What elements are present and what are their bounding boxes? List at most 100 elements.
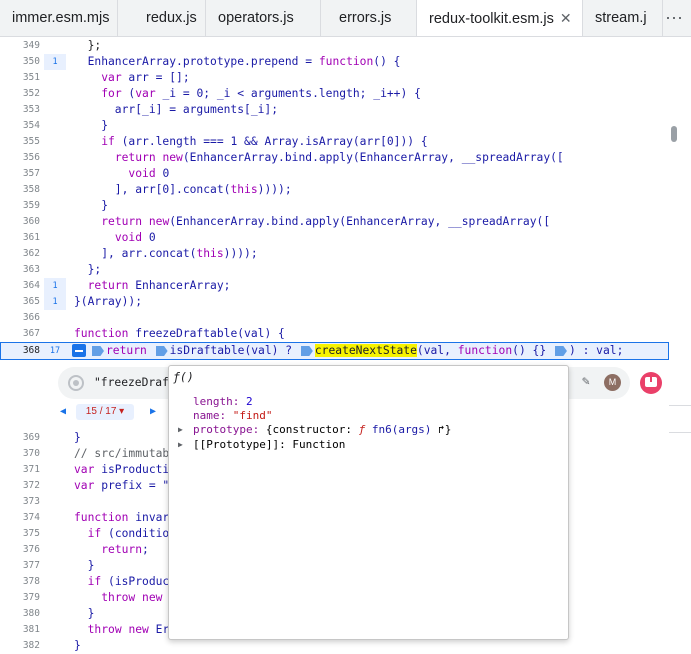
match-index-select[interactable]: 15 / 17 ▾	[76, 404, 134, 420]
code-token: new	[162, 151, 183, 164]
line-number[interactable]: 351	[0, 70, 40, 86]
line-number[interactable]: 371	[0, 462, 40, 478]
property-row[interactable]: [[Prototype]]: Function	[193, 437, 345, 452]
divider	[669, 405, 691, 406]
breakpoint-condition-input[interactable]: "freezeDraft	[94, 375, 176, 391]
expand-triangle-icon[interactable]: ▶	[178, 437, 183, 452]
code-text: EnhancerArray.prototype.prepend = functi…	[74, 54, 401, 70]
edit-pencil-icon[interactable]: ✎	[582, 374, 590, 389]
code-line: 359 }	[0, 198, 669, 214]
code-token: ) : val;	[568, 344, 624, 357]
line-number[interactable]: 355	[0, 134, 40, 150]
line-number[interactable]: 363	[0, 262, 40, 278]
code-text: function freezeDraftable(val) {	[74, 326, 285, 342]
code-text: }(Array));	[74, 295, 143, 308]
code-line: 349 };	[0, 38, 669, 54]
line-number[interactable]: 357	[0, 166, 40, 182]
tab-redux[interactable]: redux.js	[118, 0, 206, 36]
code-token: ))));	[223, 247, 258, 260]
code-token: () {	[373, 55, 401, 68]
inline-breakpoint-icon[interactable]	[155, 346, 168, 356]
code-token: arr = [];	[121, 71, 190, 84]
code-token: (isProduct	[101, 575, 177, 588]
line-number[interactable]: 352	[0, 86, 40, 102]
inline-breakpoint-icon[interactable]	[92, 346, 104, 356]
divider	[669, 432, 691, 433]
previous-arrow-icon[interactable]: ◀	[60, 403, 66, 421]
line-number[interactable]: 378	[0, 574, 40, 590]
code-text: ], arr.concat(this))));	[74, 246, 258, 262]
tab-immer[interactable]: immer.esm.mjs	[0, 0, 118, 36]
code-token: var	[135, 87, 156, 100]
code-line: 355 if (arr.length === 1 && Array.isArra…	[0, 134, 669, 150]
next-arrow-icon[interactable]: ▶	[150, 403, 156, 421]
line-number[interactable]: 349	[0, 38, 40, 54]
property-row[interactable]: prototype: {constructor: ƒ fn6(args) ↱}	[193, 422, 451, 437]
tab-stream[interactable]: stream.j	[583, 0, 663, 36]
code-line: 354 }	[0, 118, 669, 134]
line-number[interactable]: 376	[0, 542, 40, 558]
code-token-highlighted: createNextState	[314, 344, 417, 357]
close-icon[interactable]: ✕	[560, 10, 572, 26]
line-number[interactable]: 380	[0, 606, 40, 622]
line-number[interactable]: 366	[0, 310, 40, 326]
line-number[interactable]: 372	[0, 478, 40, 494]
feedback-icon[interactable]	[640, 372, 662, 394]
line-number[interactable]: 382	[0, 638, 40, 654]
property-value: "find"	[232, 409, 273, 422]
line-number[interactable]: 374	[0, 510, 40, 526]
tab-operators[interactable]: operators.js	[206, 0, 321, 36]
expand-triangle-icon[interactable]: ▶	[178, 422, 183, 437]
line-number[interactable]: 359	[0, 198, 40, 214]
line-number[interactable]: 354	[0, 118, 40, 134]
line-number[interactable]: 370	[0, 446, 40, 462]
scrollbar-thumb[interactable]	[671, 126, 677, 142]
code-line-current: 368 17 return isDraftable(val) ? createNe…	[0, 343, 669, 359]
line-number[interactable]: 356	[0, 150, 40, 166]
breakpoint-toggle-icon[interactable]	[68, 375, 84, 391]
code-line: 353 arr[_i] = arguments[_i];	[0, 102, 669, 118]
property-value: {constructor:	[265, 423, 359, 436]
code-text: ], arr[0].concat(this))));	[74, 182, 292, 198]
more-tabs-icon[interactable]: ⋯	[665, 0, 683, 36]
line-number[interactable]: 350	[0, 54, 40, 70]
code-text: void 0	[74, 230, 156, 246]
line-number[interactable]: 362	[0, 246, 40, 262]
code-text: }	[74, 559, 95, 572]
line-number[interactable]: 381	[0, 622, 40, 638]
reveal-link-icon[interactable]: ↱	[431, 423, 445, 436]
feedback-icon-mark	[650, 377, 652, 382]
code-text: var isProductio	[74, 462, 176, 478]
tab-redux-toolkit[interactable]: redux-toolkit.esm.js ✕	[417, 0, 583, 36]
breakpoint-marker-icon[interactable]	[72, 344, 86, 357]
line-number[interactable]: 373	[0, 494, 40, 510]
tab-errors[interactable]: errors.js	[321, 0, 417, 36]
line-number[interactable]: 353	[0, 102, 40, 118]
code-token: (val,	[416, 344, 458, 357]
code-token: return	[101, 543, 143, 556]
inline-breakpoint-icon[interactable]	[554, 346, 567, 356]
code-line: 367 function freezeDraftable(val) {	[0, 326, 669, 342]
line-number[interactable]: 375	[0, 526, 40, 542]
code-line: 382}	[0, 638, 669, 654]
line-number[interactable]: 364	[0, 278, 40, 294]
line-number[interactable]: 379	[0, 590, 40, 606]
line-number[interactable]: 367	[0, 326, 40, 342]
code-line: 363 };	[0, 262, 669, 278]
line-number[interactable]: 358	[0, 182, 40, 198]
line-number[interactable]: 361	[0, 230, 40, 246]
line-number[interactable]: 360	[0, 214, 40, 230]
code-token: (	[121, 87, 136, 100]
line-number[interactable]: 365	[0, 294, 40, 310]
line-number[interactable]: 368	[0, 343, 40, 359]
code-token: EnhancerArray;	[128, 279, 231, 292]
code-token: (arr.length === 1 && Array.isArray(arr[0…	[114, 135, 428, 148]
line-number[interactable]: 369	[0, 430, 40, 446]
inline-breakpoint-icon[interactable]	[300, 346, 313, 356]
code-line: 352 for (var _i = 0; _i < arguments.leng…	[0, 86, 669, 102]
code-token: if	[87, 575, 102, 588]
code-token: Er	[148, 623, 170, 636]
line-number[interactable]: 377	[0, 558, 40, 574]
